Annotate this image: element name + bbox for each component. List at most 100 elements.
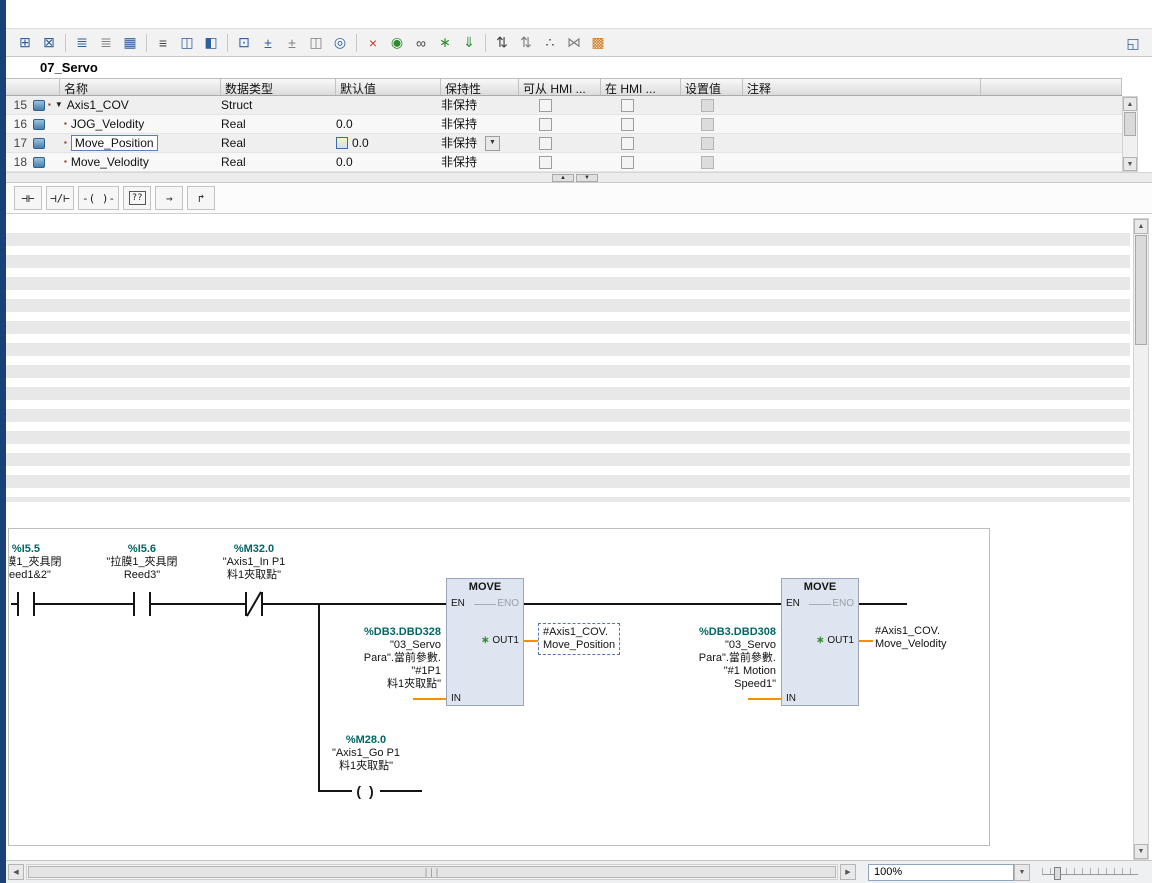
output-coil[interactable]: ( ): [352, 780, 380, 802]
var-retain[interactable]: 非保持: [441, 136, 477, 150]
var-datatype[interactable]: Real: [221, 153, 336, 172]
var-default[interactable]: [336, 96, 441, 115]
hmi-access-checkbox[interactable]: [539, 99, 552, 112]
hmi-access-checkbox[interactable]: [539, 118, 552, 131]
var-name[interactable]: Move_Velodity: [71, 153, 149, 171]
nc-contact-icon[interactable]: ⊣/⊢: [46, 186, 74, 210]
no-contact-icon[interactable]: ⊣⊢: [14, 186, 42, 210]
sort-ascending-icon[interactable]: ⇅: [491, 32, 513, 54]
hmi-visible-checkbox[interactable]: [621, 118, 634, 131]
move-block[interactable]: MOVE EN ENO ∗ OUT1 IN: [446, 578, 524, 706]
delete-row-icon[interactable]: ⊠: [38, 32, 60, 54]
var-default[interactable]: 0.0: [336, 153, 441, 172]
scroll-left-icon[interactable]: ◀: [8, 864, 24, 880]
open-db-icon[interactable]: ▦: [119, 32, 141, 54]
hmi-access-checkbox[interactable]: [539, 137, 552, 150]
var-comment[interactable]: [743, 96, 981, 115]
contact-operand[interactable]: %M32.0 "Axis1_In P1 料1夾取點": [189, 543, 319, 582]
close-branch-icon[interactable]: ↱: [187, 186, 215, 210]
scrollbar-thumb[interactable]: [1135, 235, 1147, 345]
modify-value-icon[interactable]: ∗: [481, 635, 489, 646]
hmi-visible-checkbox[interactable]: [621, 137, 634, 150]
go-online-icon[interactable]: ◉: [386, 32, 408, 54]
horizontal-scrollbar[interactable]: ∣∣∣: [26, 864, 838, 880]
coil-icon[interactable]: -( )-: [78, 186, 119, 210]
table-scrollbar[interactable]: ▲ ▼: [1122, 96, 1138, 172]
symbol-info-icon[interactable]: ±: [257, 32, 279, 54]
table-row-selected[interactable]: 17 ▪ Move_Position Real 0.0 非保持▼: [6, 134, 1122, 153]
hmi-access-checkbox[interactable]: [539, 156, 552, 169]
var-datatype[interactable]: Struct: [221, 96, 336, 115]
settings-icon[interactable]: ▩: [587, 32, 609, 54]
split-editor-icon[interactable]: ◫: [176, 32, 198, 54]
hmi-visible-checkbox[interactable]: [621, 156, 634, 169]
var-name[interactable]: JOG_Velodity: [71, 115, 144, 133]
setpoint-checkbox[interactable]: [701, 99, 714, 112]
nc-contact[interactable]: [245, 592, 263, 616]
sort-descending-icon[interactable]: ⇅: [515, 32, 537, 54]
hmi-visible-checkbox[interactable]: [621, 99, 634, 112]
zoom-select[interactable]: 100%: [868, 864, 1014, 881]
out-operand-selected[interactable]: #Axis1_COV. Move_Position: [538, 623, 620, 655]
retain-dropdown-icon[interactable]: ▼: [485, 136, 500, 151]
scrollbar-thumb[interactable]: [1124, 112, 1136, 136]
var-comment[interactable]: [743, 153, 981, 172]
scroll-up-icon[interactable]: ▲: [1123, 97, 1137, 111]
network-region-icon[interactable]: ◫: [305, 32, 327, 54]
call-structure-icon[interactable]: ∴: [539, 32, 561, 54]
find-replace-icon[interactable]: ◎: [329, 32, 351, 54]
zoom-slider-thumb[interactable]: [1054, 867, 1061, 880]
modify-value-icon[interactable]: ∗: [816, 635, 824, 646]
maximize-editor-icon[interactable]: ◱: [1122, 32, 1144, 54]
var-name[interactable]: Axis1_COV: [67, 96, 129, 114]
var-default[interactable]: 0.0: [352, 136, 369, 150]
var-comment[interactable]: [743, 134, 981, 153]
scroll-right-icon[interactable]: ▶: [840, 864, 856, 880]
editor-scrollbar[interactable]: ▲ ▼: [1133, 218, 1149, 860]
modify-value-icon[interactable]: ∗: [434, 32, 456, 54]
go-offline-icon[interactable]: ×: [362, 32, 384, 54]
operand-comment-icon[interactable]: ±: [281, 32, 303, 54]
setpoint-checkbox[interactable]: [701, 118, 714, 131]
table-row[interactable]: 16 ▪ JOG_Velodity Real 0.0 非保持: [6, 115, 1122, 134]
table-row[interactable]: 18 ▪ Move_Velodity Real 0.0 非保持: [6, 153, 1122, 172]
table-row[interactable]: 15 ▪ ▼ Axis1_COV Struct 非保持: [6, 96, 1122, 115]
comment-icon[interactable]: ⊡: [233, 32, 255, 54]
insert-row-icon[interactable]: ⊞: [14, 32, 36, 54]
keep-layout-icon[interactable]: ◧: [200, 32, 222, 54]
ladder-network-canvas[interactable]: %I5.5 "拉膜1_夾具閉 Reed1&2" %I5.6 "拉膜1_夾具閉 R…: [8, 528, 990, 846]
var-comment[interactable]: [743, 115, 981, 134]
expand-collapse-icon[interactable]: ▼: [55, 96, 63, 114]
setpoint-checkbox[interactable]: [701, 137, 714, 150]
pane-splitter[interactable]: ▲ ▼: [6, 172, 1152, 183]
collapsed-networks-list[interactable]: [6, 224, 1130, 502]
var-retain[interactable]: 非保持: [441, 96, 519, 115]
var-default[interactable]: 0.0: [336, 115, 441, 134]
out-operand[interactable]: #Axis1_COV. Move_Velodity: [875, 625, 947, 651]
zoom-dropdown-icon[interactable]: ▼: [1014, 864, 1030, 881]
setpoint-checkbox[interactable]: [701, 156, 714, 169]
empty-box-icon[interactable]: ??: [123, 186, 151, 210]
cross-reference-icon[interactable]: ⋈: [563, 32, 585, 54]
scroll-up-icon[interactable]: ▲: [1134, 219, 1148, 234]
outline-icon[interactable]: ≡: [152, 32, 174, 54]
coil-operand[interactable]: %M28.0 "Axis1_Go P1 料1夾取點": [301, 734, 431, 773]
in-operand[interactable]: %DB3.DBD308 "03_Servo Para".當前參數. "#1 Mo…: [644, 626, 776, 691]
scroll-down-icon[interactable]: ▼: [1123, 157, 1137, 171]
var-retain[interactable]: 非保持: [441, 115, 519, 134]
append-network-icon[interactable]: ≣: [95, 32, 117, 54]
var-datatype[interactable]: Real: [221, 115, 336, 134]
in-operand[interactable]: %DB3.DBD328 "03_Servo Para".當前參數. "#1P1 …: [309, 626, 441, 691]
scroll-down-icon[interactable]: ▼: [1134, 844, 1148, 859]
var-datatype[interactable]: Real: [221, 134, 336, 153]
scrollbar-thumb[interactable]: ∣∣∣: [28, 866, 836, 878]
download-icon[interactable]: ⇓: [458, 32, 480, 54]
move-block[interactable]: MOVE EN ENO ∗ OUT1 IN: [781, 578, 859, 706]
splitter-up-icon[interactable]: ▲: [552, 174, 574, 182]
no-contact[interactable]: [133, 592, 151, 616]
var-name-input[interactable]: Move_Position: [71, 135, 158, 151]
insert-network-icon[interactable]: ≣: [71, 32, 93, 54]
monitoring-icon[interactable]: ∞: [410, 32, 432, 54]
splitter-down-icon[interactable]: ▼: [576, 174, 598, 182]
start-value-icon[interactable]: [336, 137, 348, 149]
